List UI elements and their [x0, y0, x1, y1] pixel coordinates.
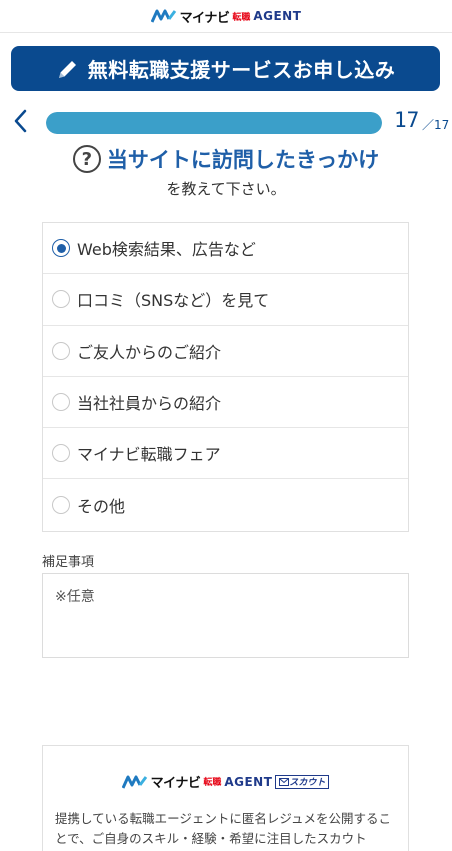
answer-option-label: その他 — [77, 497, 126, 517]
answer-option[interactable]: マイナビ転職フェア — [43, 428, 408, 480]
progress-bar — [46, 112, 382, 134]
answer-option-label: 当社社員からの紹介 — [77, 394, 222, 414]
answer-option[interactable]: 当社社員からの紹介 — [43, 377, 408, 429]
radio-button[interactable] — [52, 239, 70, 258]
scout-description: 提携している転職エージェントに匿名レジュメを公開することで、ご自身のスキル・経験… — [55, 811, 392, 846]
step-current: 17 — [394, 108, 420, 132]
step-total: ／17 — [422, 118, 450, 132]
logo-agent: AGENT — [253, 9, 302, 23]
apply-banner-label: 無料転職支援サービスお申し込み — [87, 58, 396, 82]
back-button[interactable] — [8, 108, 32, 134]
radio-button[interactable] — [52, 496, 70, 515]
answer-option[interactable]: 口コミ（SNSなど）を見て — [43, 274, 408, 326]
apply-banner: 無料転職支援サービスお申し込み — [11, 46, 440, 91]
answer-option[interactable]: Web検索結果、広告など — [43, 223, 408, 275]
answer-option[interactable]: ご友人からのご紹介 — [43, 326, 408, 377]
answer-option-label: マイナビ転職フェア — [77, 445, 221, 465]
site-header: マイナビ 転職 AGENT — [0, 0, 452, 33]
progress-row: 17 ／17 — [0, 104, 452, 138]
radio-button[interactable] — [52, 341, 70, 360]
logo-tenshoku: 転職 — [232, 12, 251, 23]
mynavi-logo-mark-icon — [150, 9, 176, 23]
answer-option-label: ご友人からのご紹介 — [77, 342, 222, 362]
radio-button[interactable] — [52, 290, 70, 309]
answer-option-label: Web検索結果、広告など — [77, 240, 256, 260]
answer-option[interactable]: その他 — [43, 479, 408, 530]
progress-fill — [46, 112, 382, 134]
question-circle-icon: ? — [72, 145, 101, 173]
scout-logo-name: マイナビ — [150, 776, 201, 791]
scout-logo-tenshoku: 転職 — [203, 778, 222, 788]
radio-button[interactable] — [52, 444, 70, 463]
note-label: 補足事項 — [42, 555, 95, 570]
answer-options: Web検索結果、広告など 口コミ（SNSなど）を見て ご友人からのご紹介 当社社員から… — [42, 222, 409, 532]
mynavi-logo-mark-icon — [121, 775, 147, 789]
question-subtitle: を教えて下さい。 — [166, 180, 286, 198]
scout-card: マイナビ 転職 AGENT スカウト 提携している転職エージェントに匿名レジュメ… — [42, 745, 409, 851]
scout-badge-label: スカウト — [289, 778, 326, 788]
question-heading: ? 当サイトに訪問したきっかけ を教えて下さい。 — [0, 144, 452, 199]
answer-option-label: 口コミ（SNSなど）を見て — [77, 291, 270, 311]
note-textarea[interactable] — [42, 573, 409, 658]
envelope-icon — [279, 777, 290, 786]
radio-button[interactable] — [52, 393, 70, 412]
pencil-icon — [58, 60, 76, 78]
logo-name: マイナビ — [179, 10, 230, 26]
question-title: 当サイトに訪問したきっかけ — [106, 148, 380, 172]
scout-logo: マイナビ 転職 AGENT スカウト — [55, 772, 396, 791]
mynavi-agent-logo[interactable]: マイナビ 転職 AGENT — [150, 7, 302, 26]
chevron-left-icon — [14, 109, 27, 133]
scout-badge: スカウト — [275, 774, 330, 789]
scout-logo-agent: AGENT — [224, 774, 273, 789]
